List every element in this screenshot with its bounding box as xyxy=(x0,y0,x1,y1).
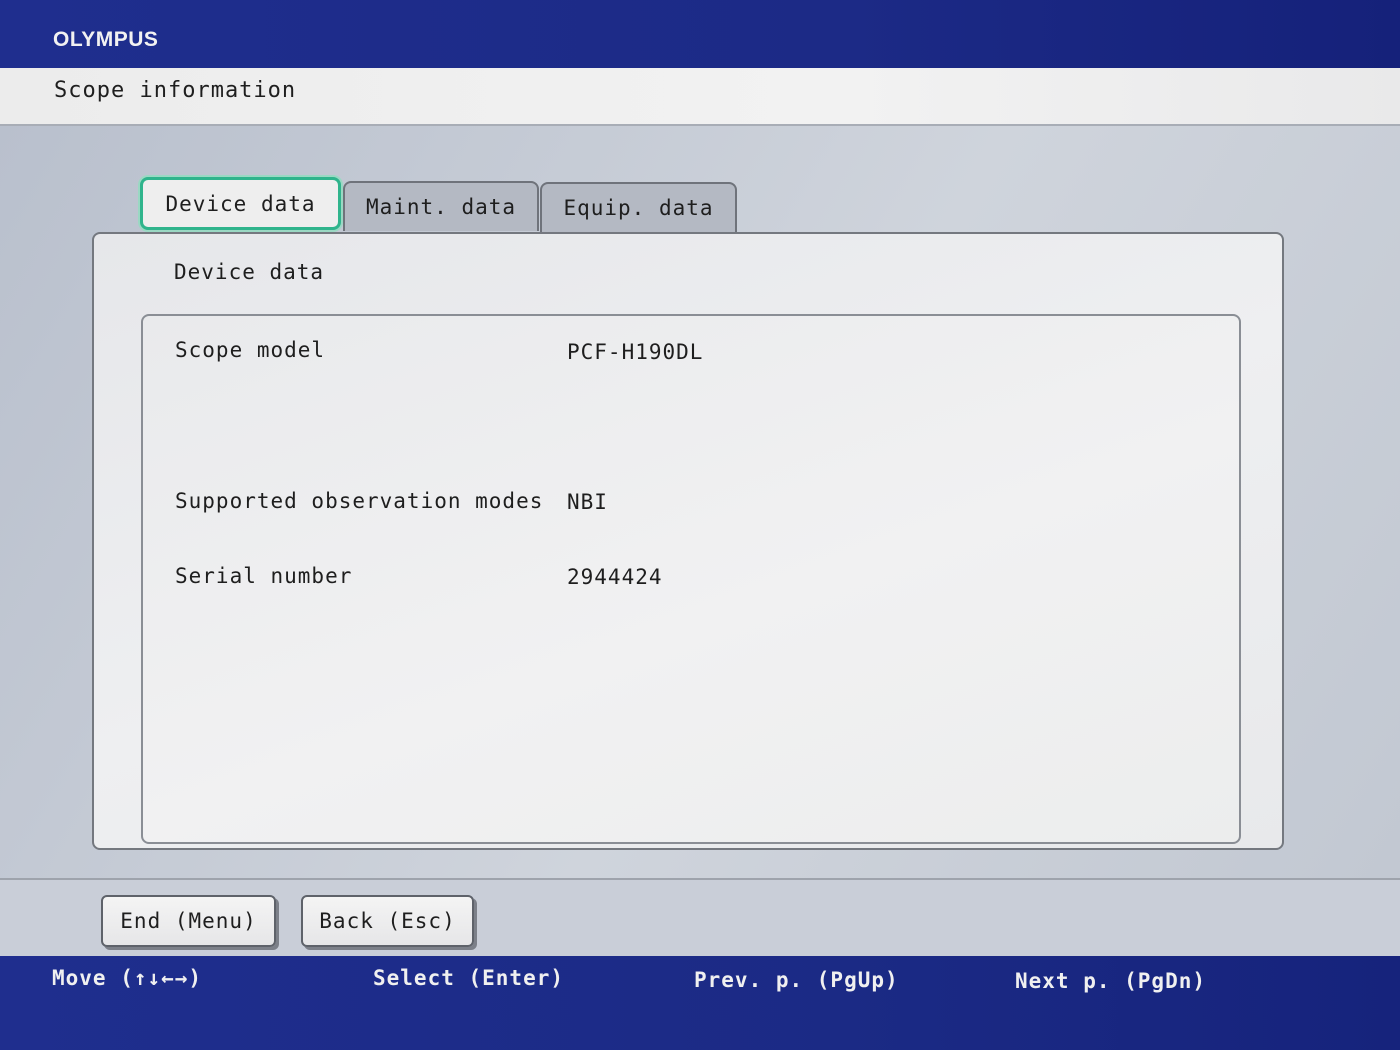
observation-modes-value: NBI xyxy=(567,490,608,514)
move-hint: Move (↑↓←→) xyxy=(52,966,203,990)
back-esc-button[interactable]: Back (Esc) xyxy=(301,895,474,947)
select-hint: Select (Enter) xyxy=(373,966,565,990)
olympus-logo: OLYMPUS xyxy=(53,28,159,51)
section-title: Device data xyxy=(174,260,325,284)
page-title: Scope information xyxy=(54,78,297,103)
serial-number-value: 2944424 xyxy=(567,565,663,589)
next-page-hint: Next p. (PgDn) xyxy=(1015,969,1207,993)
key-hint-bar: Move (↑↓←→) Select (Enter) Prev. p. (PgU… xyxy=(0,956,1400,1050)
device-data-box: Scope model PCF-H190DL Supported observa… xyxy=(141,314,1241,844)
header-bar: OLYMPUS xyxy=(0,0,1400,68)
tab-device-data[interactable]: Device data xyxy=(140,177,341,230)
tab-equip-data[interactable]: Equip. data xyxy=(540,182,737,232)
scope-model-label: Scope model xyxy=(175,338,326,362)
serial-number-label: Serial number xyxy=(175,564,353,588)
prev-page-hint: Prev. p. (PgUp) xyxy=(694,968,899,992)
scope-model-value: PCF-H190DL xyxy=(567,340,704,364)
end-menu-button[interactable]: End (Menu) xyxy=(101,895,276,947)
observation-modes-label: Supported observation modes xyxy=(175,489,544,513)
tab-maint-data[interactable]: Maint. data xyxy=(343,181,539,231)
footer-divider xyxy=(0,878,1400,880)
device-data-panel: Device data Scope model PCF-H190DL Suppo… xyxy=(92,232,1284,850)
title-bar: Scope information xyxy=(0,68,1400,126)
